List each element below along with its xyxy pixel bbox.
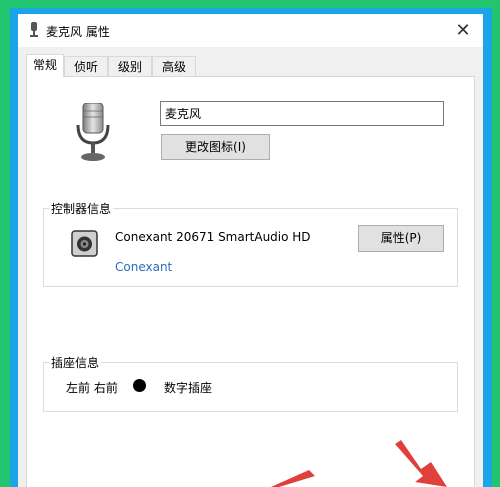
microphone-icon	[30, 22, 38, 37]
controller-vendor-link[interactable]: Conexant	[115, 260, 172, 274]
controller-name: Conexant 20671 SmartAudio HD	[115, 230, 311, 244]
device-name-field[interactable]	[160, 101, 444, 126]
tab-advanced[interactable]: 高级	[152, 56, 196, 76]
close-icon: ✕	[455, 20, 471, 41]
jack-type: 数字插座	[164, 381, 213, 395]
jack-position: 左前 右前	[66, 381, 118, 395]
tab-general[interactable]: 常规	[26, 54, 64, 77]
window-title: 麦克风 属性	[46, 25, 110, 39]
change-icon-button[interactable]: 更改图标(I)	[161, 134, 270, 160]
general-panel: 更改图标(I) 控制器信息 Conexant 20671 SmartAudio …	[26, 76, 475, 487]
sound-card-icon	[71, 230, 98, 257]
microphone-device-icon	[76, 103, 110, 161]
tab-listen[interactable]: 侦听	[64, 56, 108, 76]
jack-info-title: 插座信息	[49, 354, 102, 371]
tab-levels[interactable]: 级别	[108, 56, 152, 76]
red-arrow-annotation	[395, 440, 447, 487]
controller-properties-button[interactable]: 属性(P)	[358, 225, 444, 252]
jack-color-dot	[133, 379, 146, 392]
red-arrow-annotation-2	[271, 470, 315, 487]
close-button[interactable]: ✕	[443, 14, 483, 47]
controller-info-title: 控制器信息	[49, 200, 114, 217]
properties-dialog: 麦克风 属性 ✕ 常规 侦听 级别 高级 更改图标	[18, 14, 483, 487]
title-bar: 麦克风 属性 ✕	[18, 14, 483, 47]
